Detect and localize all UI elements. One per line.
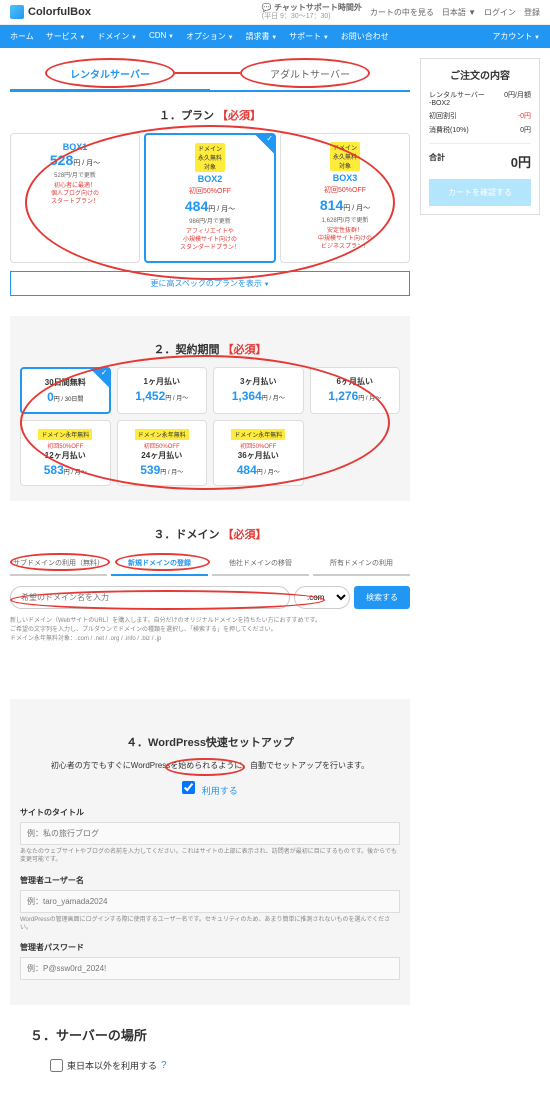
domain-help: 新しいドメイン（WebサイトのURL）を購入します。自分だけのオリジナルドメイン… [10,617,410,644]
admin-pass-input[interactable] [20,957,400,980]
term-1month[interactable]: 1ヶ月払い 1,452円 / 月〜 [117,367,208,414]
term-36month[interactable]: ドメイン永年無料 初回50%OFF 36ヶ月払い 484円 / 月〜 [213,420,304,486]
dtab-subdomain[interactable]: サブドメインの利用（無料） [10,552,107,576]
lang-select[interactable]: 日本語 ▼ [442,7,476,18]
logo[interactable]: ColorfulBox [10,5,91,19]
tab-rental-server[interactable]: レンタルサーバー [10,58,210,92]
order-summary: ご注文の内容 レンタルサーバー -BOX20円/月額 初回割引-0円 消費税(1… [420,58,540,215]
cart-link[interactable]: カートの中を見る [370,7,434,18]
check-icon [255,134,275,154]
tld-select[interactable]: .com [294,586,350,609]
nav-option[interactable]: オプション [186,31,234,42]
plan-box2[interactable]: ドメイン 永久無料 対象 BOX2 初回50%OFF 484円 / 月〜 986… [144,133,276,262]
nav-account[interactable]: アカウント [492,31,540,42]
nav-contact[interactable]: お問い合わせ [341,31,389,42]
nav-billing[interactable]: 請求書 [246,31,278,42]
wp-intro: 初心者の方でもすぐにWordPressを始められるように、自動でセットアップを行… [30,760,390,771]
help-icon[interactable]: ? [161,1060,167,1071]
dtab-transfer[interactable]: 他社ドメインの移管 [212,552,309,576]
confirm-cart-button[interactable]: カートを確認する [429,179,531,206]
admin-pass-label: 管理者パスワード [20,942,400,953]
chat-support-info: 💬 チャットサポート時間外 (平日 9：30～17：30) [262,4,362,20]
plan-box1[interactable]: BOX1 528円 / 月〜 528円/月で更新 初心者に最適！ 個人ブログ向け… [10,133,140,262]
tab-adult-server[interactable]: アダルトサーバー [210,58,410,90]
site-title-input[interactable] [20,822,400,845]
term-30day-free[interactable]: 30日間無料 0円 / 30日間 [20,367,111,414]
login-link[interactable]: ログイン [484,7,516,18]
section-5-title: ５．サーバーの場所 [30,1025,390,1044]
nav-support[interactable]: サポート [289,31,329,42]
wp-use-checkbox[interactable]: 利用する [182,786,238,796]
section-4-title: ４．WordPress快速セットアップ [30,734,390,750]
nav-domain[interactable]: ドメイン [97,31,137,42]
register-link[interactable]: 登録 [524,7,540,18]
nav-cdn[interactable]: CDN [149,31,174,42]
admin-user-input[interactable] [20,890,400,913]
term-3month[interactable]: 3ヶ月払い 1,364円 / 月〜 [213,367,304,414]
nav-home[interactable]: ホーム [10,31,34,42]
dtab-new-domain[interactable]: 新規ドメインの登録 [111,552,208,576]
domain-search-input[interactable] [10,586,290,609]
logo-icon [10,5,24,19]
location-checkbox[interactable]: 東日本以外を利用する ? [30,1059,390,1072]
section-3-title: ３．ドメイン 【必須】 [10,526,410,542]
plan-box3[interactable]: ドメイン 永久無料 対象 BOX3 初回50%OFF 814円 / 月〜 1,6… [280,133,410,262]
site-title-label: サイトのタイトル [20,807,400,818]
search-button[interactable]: 検索する [354,586,410,609]
dtab-owned[interactable]: 所有ドメインの利用 [313,552,410,576]
section-2-title: ２．契約期間 【必須】 [20,341,400,357]
term-6month[interactable]: 6ヶ月払い 1,276円 / 月〜 [310,367,401,414]
nav-service[interactable]: サービス [46,31,86,42]
term-12month[interactable]: ドメイン永年無料 初回50%OFF 12ヶ月払い 583円 / 月〜 [20,420,111,486]
section-1-title: １．プラン 【必須】 [10,107,410,123]
show-more-plans[interactable]: 更に高スペックのプランを表示 [10,271,410,296]
brand-text: ColorfulBox [28,6,91,18]
admin-user-label: 管理者ユーザー名 [20,875,400,886]
term-24month[interactable]: ドメイン永年無料 初回50%OFF 24ヶ月払い 539円 / 月〜 [117,420,208,486]
